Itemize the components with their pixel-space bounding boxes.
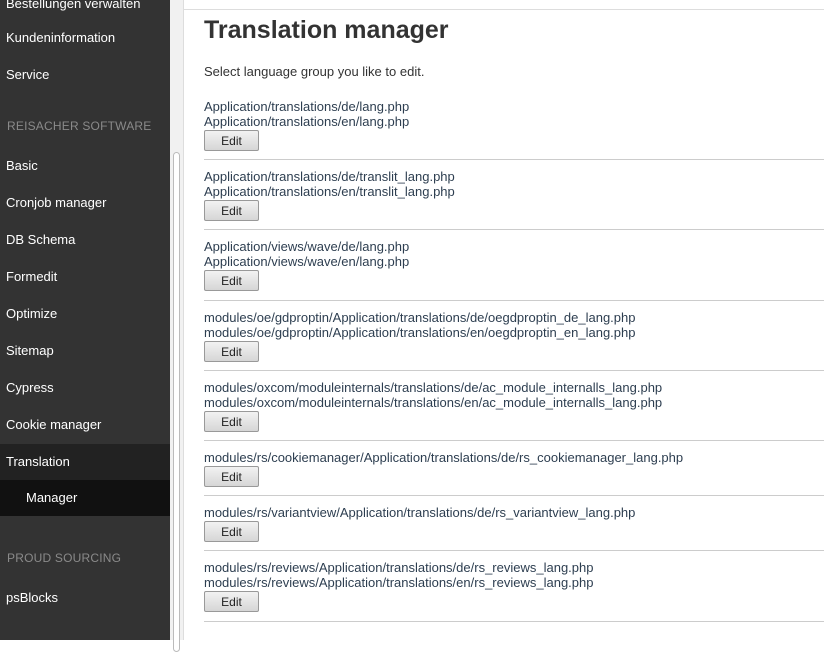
file-path: modules/rs/reviews/Application/translati… xyxy=(204,575,594,590)
edit-button[interactable]: Edit xyxy=(204,270,259,291)
language-group: Application/translations/de/lang.php App… xyxy=(204,99,824,160)
file-path: modules/rs/variantview/Application/trans… xyxy=(204,505,636,520)
section-header-reisacher-software: REISACHER SOFTWARE xyxy=(7,119,152,133)
sidebar-item-translation[interactable]: Translation xyxy=(0,444,170,480)
language-group: modules/oxcom/moduleinternals/translatio… xyxy=(204,380,824,441)
sidebar-item-psblocks[interactable]: psBlocks xyxy=(0,580,170,616)
edit-button[interactable]: Edit xyxy=(204,200,259,221)
file-path: Application/translations/en/translit_lan… xyxy=(204,184,455,199)
sidebar: Bestellungen verwalten Kundeninformation… xyxy=(0,0,170,640)
language-group: modules/rs/reviews/Application/translati… xyxy=(204,560,824,622)
edit-button[interactable]: Edit xyxy=(204,411,259,432)
file-path: modules/oxcom/moduleinternals/translatio… xyxy=(204,380,663,395)
language-group: Application/views/wave/de/lang.php Appli… xyxy=(204,239,824,301)
sidebar-item-cypress[interactable]: Cypress xyxy=(0,370,170,406)
sidebar-item-optimize[interactable]: Optimize xyxy=(0,296,170,332)
file-path: modules/oe/gdproptin/Application/transla… xyxy=(204,325,636,340)
language-group: modules/rs/variantview/Application/trans… xyxy=(204,505,824,551)
file-path: modules/oe/gdproptin/Application/transla… xyxy=(204,310,636,325)
top-divider xyxy=(184,9,824,10)
edit-button[interactable]: Edit xyxy=(204,466,259,487)
sidebar-item-bestellungen[interactable]: Bestellungen verwalten xyxy=(0,0,170,22)
language-group: modules/oe/gdproptin/Application/transla… xyxy=(204,310,824,371)
main-content: Translation manager Select language grou… xyxy=(184,0,824,640)
file-path: modules/rs/cookiemanager/Application/tra… xyxy=(204,450,684,465)
sidebar-item-cronjob-manager[interactable]: Cronjob manager xyxy=(0,185,170,221)
file-path: Application/views/wave/de/lang.php xyxy=(204,239,410,254)
intro-text: Select language group you like to edit. xyxy=(204,64,425,79)
file-path: Application/views/wave/en/lang.php xyxy=(204,254,410,269)
file-path: Application/translations/de/translit_lan… xyxy=(204,169,455,184)
section-header-proud-sourcing: PROUD SOURCING xyxy=(7,551,122,565)
sidebar-item-basic[interactable]: Basic xyxy=(0,148,170,184)
sidebar-item-sitemap[interactable]: Sitemap xyxy=(0,333,170,369)
page-title: Translation manager xyxy=(204,16,449,44)
file-path: modules/oxcom/moduleinternals/translatio… xyxy=(204,395,663,410)
sidebar-item-kundeninformation[interactable]: Kundeninformation xyxy=(0,20,170,56)
sidebar-scrollbar[interactable] xyxy=(170,0,184,652)
sidebar-item-service[interactable]: Service xyxy=(0,57,170,93)
file-path: modules/rs/reviews/Application/translati… xyxy=(204,560,594,575)
edit-button[interactable]: Edit xyxy=(204,341,259,362)
edit-button[interactable]: Edit xyxy=(204,521,259,542)
language-group: modules/rs/cookiemanager/Application/tra… xyxy=(204,450,824,496)
sidebar-subitem-manager[interactable]: Manager xyxy=(0,480,170,516)
sidebar-item-formedit[interactable]: Formedit xyxy=(0,259,170,295)
file-path: Application/translations/en/lang.php xyxy=(204,114,410,129)
sidebar-scrollbar-thumb[interactable] xyxy=(173,152,180,652)
edit-button[interactable]: Edit xyxy=(204,591,259,612)
sidebar-item-db-schema[interactable]: DB Schema xyxy=(0,222,170,258)
edit-button[interactable]: Edit xyxy=(204,130,259,151)
file-path: Application/translations/de/lang.php xyxy=(204,99,410,114)
sidebar-item-cookie-manager[interactable]: Cookie manager xyxy=(0,407,170,443)
language-group: Application/translations/de/translit_lan… xyxy=(204,169,824,230)
